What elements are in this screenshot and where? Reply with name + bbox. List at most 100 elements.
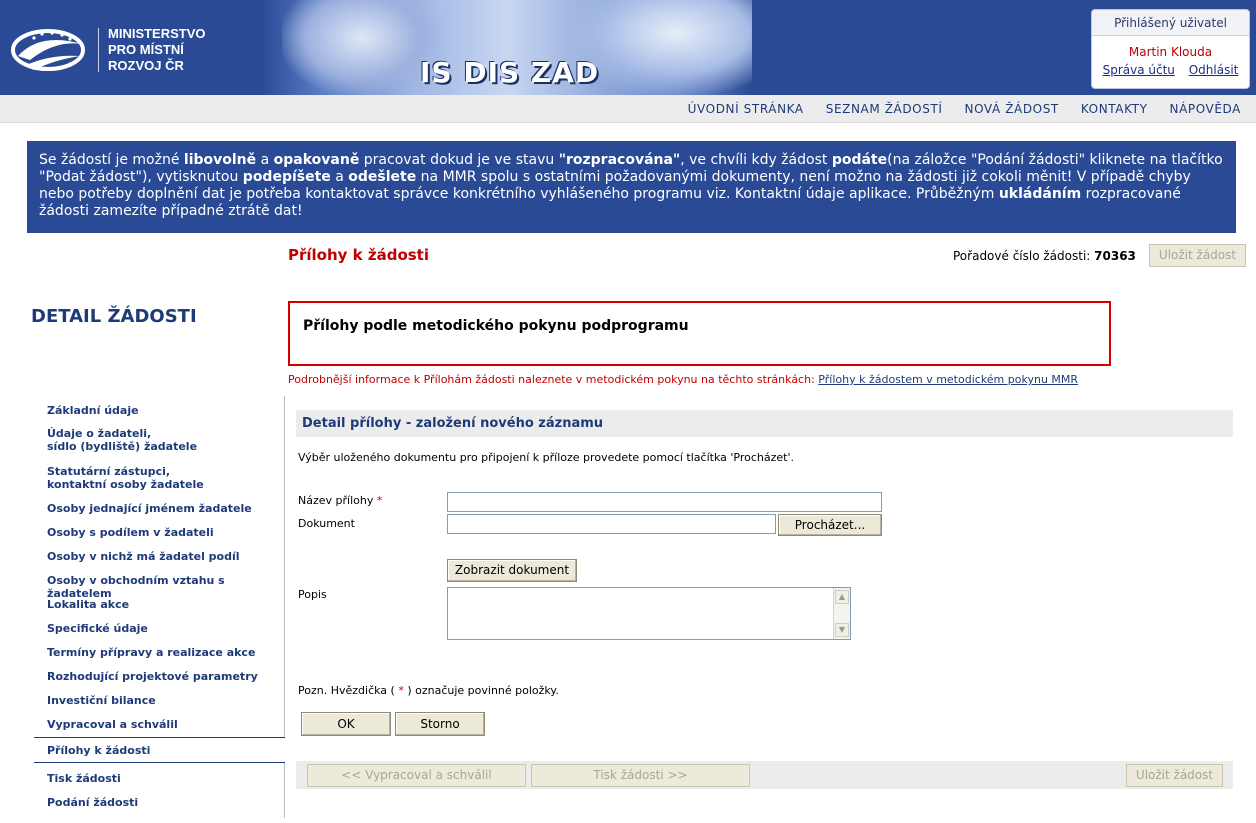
logo-divider <box>98 28 99 72</box>
banner-photo-left <box>282 0 442 95</box>
footnote-text: ) označuje povinné položky. <box>403 684 559 697</box>
sidebar-item-print[interactable]: Tisk žádosti <box>47 772 121 785</box>
attachment-name-label: Název přílohy * <box>298 494 382 507</box>
sidebar-item-label: Lokalita akce <box>47 598 130 611</box>
sidebar-item-holdings[interactable]: Osoby v nichž má žadatel podíl <box>47 550 240 563</box>
attachments-note-text: Podrobnější informace k Přílohám žádosti… <box>288 373 819 386</box>
nav-new-application[interactable]: NOVÁ ŽÁDOST <box>954 95 1070 123</box>
ministry-name: MINISTERSTVO PRO MÍSTNÍ ROZVOJ ČR <box>108 26 206 74</box>
cancel-button[interactable]: Storno <box>395 712 485 736</box>
sidebar-item-location[interactable]: Lokalita akce <box>47 598 129 611</box>
scroll-up-icon[interactable]: ▲ <box>835 590 849 604</box>
sidebar: Základní údaje Údaje o žadateli, sídlo (b… <box>34 396 285 818</box>
document-file-input[interactable] <box>447 514 776 534</box>
sidebar-item-label: Osoby v obchodním vztahu s žadatelem <box>47 574 225 600</box>
previous-step-button[interactable]: << Vypracoval a schválil <box>307 764 526 787</box>
info-message: Se žádostí je možné libovolně a opakovan… <box>27 141 1236 233</box>
info-text: , ve chvíli kdy žádost <box>680 152 832 168</box>
scroll-down-icon[interactable]: ▼ <box>835 623 849 637</box>
sidebar-item-prepared-approved[interactable]: Vypracoval a schválil <box>47 718 178 731</box>
guideline-link[interactable]: Přílohy k žádostem v metodickém pokynu M… <box>818 373 1078 386</box>
sidebar-item-label: Investiční bilance <box>47 694 156 707</box>
attachments-note: Podrobnější informace k Přílohám žádosti… <box>288 373 1078 386</box>
user-links: Správa účtu Odhlásit <box>1092 63 1249 77</box>
sidebar-item-label: Údaje o žadateli, <box>47 427 152 440</box>
info-text: pracovat dokud je ve stavu <box>359 152 559 168</box>
sidebar-item-submit[interactable]: Podání žádosti <box>47 796 138 809</box>
sidebar-item-label: Specifické údaje <box>47 622 148 635</box>
sidebar-item-label: Podání žádosti <box>47 796 139 809</box>
sidebar-item-acting-persons[interactable]: Osoby jednající jménem žadatele <box>47 502 252 515</box>
save-application-button-top[interactable]: Uložit žádost <box>1149 244 1246 267</box>
info-bold: odešlete <box>348 169 417 185</box>
sidebar-item-label: Tisk žádosti <box>47 772 121 785</box>
ministry-line-3: ROZVOJ ČR <box>108 58 184 73</box>
sidebar-item-label: Statutární zástupci, <box>47 465 171 478</box>
sidebar-item-label: Rozhodující projektové parametry <box>47 670 258 683</box>
order-number-caption: Pořadové číslo žádosti: <box>953 249 1091 263</box>
form-hint: Výběr uloženého dokumentu pro připojení … <box>298 451 794 464</box>
info-text: Se žádostí je možné <box>39 152 184 168</box>
top-navigation: ÚVODNÍ STRÁNKA SEZNAM ŽÁDOSTÍ NOVÁ ŽÁDOS… <box>0 95 1256 123</box>
nav-contacts[interactable]: KONTAKTY <box>1070 95 1159 123</box>
ministry-line-2: PRO MÍSTNÍ <box>108 42 184 57</box>
sidebar-item-label: Osoby s podílem v žadateli <box>47 526 214 539</box>
user-name: Martin Klouda <box>1128 45 1213 59</box>
ok-button[interactable]: OK <box>301 712 391 736</box>
info-bold: opakovaně <box>273 152 360 168</box>
app-title: IS DIS ZAD <box>420 56 600 89</box>
info-bold: podepíšete <box>242 169 331 185</box>
info-text: a <box>330 169 349 185</box>
ministry-logo-icon <box>11 29 85 71</box>
account-settings-link[interactable]: Správa účtu <box>1103 63 1175 77</box>
user-box-title: Přihlášený uživatel <box>1092 10 1249 36</box>
sidebar-item-schedule[interactable]: Termíny přípravy a realizace akce <box>47 646 255 659</box>
required-mark: * <box>376 494 383 507</box>
footnote-text: Pozn. Hvězdička ( <box>298 684 399 697</box>
sidebar-item-investment-balance[interactable]: Investiční bilance <box>47 694 156 707</box>
info-bold: podáte <box>831 152 888 168</box>
attachments-box-title: Přílohy podle metodického pokynu podprog… <box>303 318 689 334</box>
nav-home[interactable]: ÚVODNÍ STRÁNKA <box>677 95 815 123</box>
ministry-line-1: MINISTERSTVO <box>108 26 206 41</box>
description-textarea[interactable]: ▲ ▼ <box>447 587 851 640</box>
header: MINISTERSTVO PRO MÍSTNÍ ROZVOJ ČR IS DIS… <box>0 0 1256 95</box>
order-number-label: Pořadové číslo žádosti: 70363 <box>953 249 1136 263</box>
show-document-button[interactable]: Zobrazit dokument <box>447 559 577 582</box>
info-bold: ukládáním <box>998 186 1082 202</box>
sidebar-item-business-relations[interactable]: Osoby v obchodním vztahu s žadatelem <box>47 574 284 600</box>
sidebar-item-applicant-info[interactable]: Údaje o žadateli, sídlo (bydliště) žadate… <box>47 427 197 453</box>
sidebar-item-specific-data[interactable]: Specifické údaje <box>47 622 148 635</box>
sidebar-item-label: Termíny přípravy a realizace akce <box>47 646 256 659</box>
sidebar-item-basic-info[interactable]: Základní údaje <box>47 404 139 417</box>
nav-help[interactable]: NÁPOVĚDA <box>1159 95 1253 123</box>
sidebar-item-label: Přílohy k žádosti <box>47 744 151 757</box>
sidebar-item-label: kontaktní osoby žadatele <box>47 478 204 491</box>
attachment-name-input[interactable] <box>447 492 882 512</box>
sidebar-item-project-parameters[interactable]: Rozhodující projektové parametry <box>47 670 258 683</box>
order-number: 70363 <box>1094 249 1136 263</box>
sidebar-item-label: Základní údaje <box>47 404 139 417</box>
sidebar-title: DETAIL ŽÁDOSTI <box>31 306 197 327</box>
required-fields-note: Pozn. Hvězdička ( * ) označuje povinné p… <box>298 684 559 697</box>
attachment-name-label-text: Název přílohy <box>298 494 374 507</box>
page-title: Přílohy k žádosti <box>288 246 429 264</box>
description-scrollbar[interactable]: ▲ ▼ <box>833 588 850 639</box>
bottom-navigation-bar: << Vypracoval a schválil Tisk žádosti >>… <box>296 761 1233 789</box>
sidebar-item-label: Vypracoval a schválil <box>47 718 178 731</box>
sidebar-item-attachments[interactable]: Přílohy k žádosti <box>34 737 285 763</box>
info-text: a <box>256 152 274 168</box>
sidebar-item-statutory-representatives[interactable]: Statutární zástupci, kontaktní osoby žada… <box>47 465 204 491</box>
nav-applications-list[interactable]: SEZNAM ŽÁDOSTÍ <box>815 95 954 123</box>
user-box: Přihlášený uživatel Martin Klouda Správa… <box>1091 9 1250 89</box>
description-label: Popis <box>298 588 327 601</box>
sidebar-item-label: Osoby jednající jménem žadatele <box>47 502 252 515</box>
logout-link[interactable]: Odhlásit <box>1189 63 1239 77</box>
sidebar-item-shareholders[interactable]: Osoby s podílem v žadateli <box>47 526 214 539</box>
browse-button[interactable]: Procházet... <box>778 514 882 536</box>
next-step-button[interactable]: Tisk žádosti >> <box>531 764 750 787</box>
sidebar-item-label: Osoby v nichž má žadatel podíl <box>47 550 240 563</box>
save-application-button-bottom[interactable]: Uložit žádost <box>1126 764 1223 787</box>
attachments-by-guideline-box: Přílohy podle metodického pokynu podprog… <box>288 301 1111 366</box>
info-bold: "rozpracována" <box>558 152 681 168</box>
